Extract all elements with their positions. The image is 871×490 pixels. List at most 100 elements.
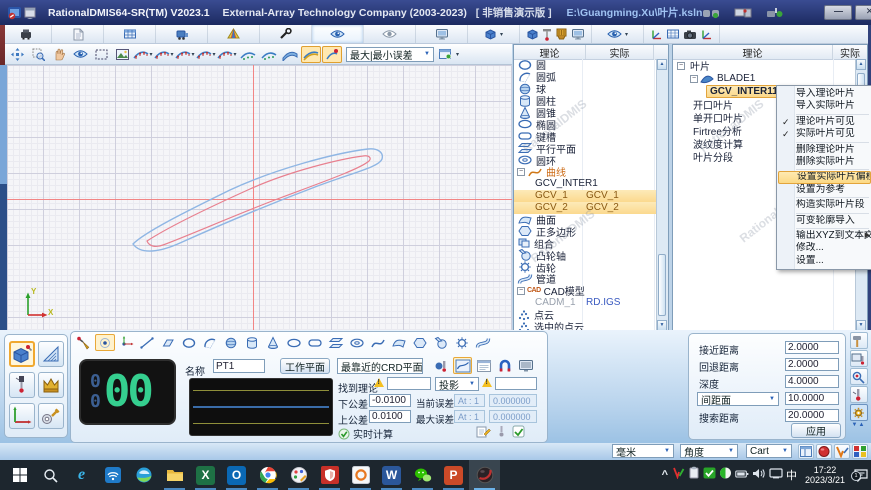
param-input[interactable] xyxy=(785,375,839,388)
taskbar-app-edgeT[interactable] xyxy=(128,460,159,490)
taskbar-app-pptT[interactable]: P xyxy=(438,460,469,490)
upper-tolerance-input[interactable] xyxy=(369,410,411,423)
ime-indicator[interactable]: 中 xyxy=(786,467,797,483)
sphere-button[interactable] xyxy=(221,334,241,351)
context-menu-item-4[interactable]: 删除理论叶片 xyxy=(778,144,871,156)
point-button[interactable] xyxy=(95,334,115,351)
tree-item[interactable]: −BLADE1 xyxy=(673,72,856,85)
ribbon-tab-12[interactable] xyxy=(644,25,720,43)
context-menu-item-5[interactable]: 删除实际叶片 xyxy=(778,156,871,168)
tray-expand-icon[interactable]: ^ xyxy=(662,469,668,481)
graphics-viewport[interactable]: Y X xyxy=(7,65,512,330)
cylinder-button[interactable] xyxy=(242,334,262,351)
context-menu-item-2[interactable]: ✓理论叶片可见 xyxy=(778,116,871,128)
context-menu-item-11[interactable]: 修改... xyxy=(778,242,871,254)
curveG-button[interactable] xyxy=(368,334,388,351)
caliper-button[interactable] xyxy=(38,341,64,367)
v-status-tray-icon[interactable] xyxy=(672,466,685,484)
slot-button[interactable] xyxy=(305,334,325,351)
gear-settings-button[interactable] xyxy=(850,404,868,421)
probe-pen-button[interactable] xyxy=(74,334,94,351)
context-menu-item-3[interactable]: ✓实际叶片可见 xyxy=(778,128,871,140)
actual-column-header[interactable]: 实际 xyxy=(586,45,654,59)
taskbar-app-excelT[interactable]: X xyxy=(190,460,221,490)
taskbar-app-searchT[interactable] xyxy=(35,460,66,490)
toolbar-button-2[interactable] xyxy=(49,46,69,63)
taskbar-app-start[interactable] xyxy=(4,460,35,490)
ribbon-tab-7[interactable] xyxy=(364,25,416,43)
ribbon-tab-10[interactable] xyxy=(520,25,592,43)
cube-probe-button[interactable] xyxy=(9,341,35,367)
theory-column-header[interactable]: 理论 xyxy=(514,45,586,59)
magnet-mode-button[interactable] xyxy=(495,357,514,374)
taskbar-app-chromeT[interactable] xyxy=(252,460,283,490)
taskbar-app-explorerT[interactable] xyxy=(159,460,190,490)
toolbar-button-0[interactable] xyxy=(7,46,27,63)
found-theory-input[interactable] xyxy=(387,377,431,390)
toolbar-button-6[interactable]: ▾ xyxy=(133,46,153,63)
ribbon-tab-2[interactable] xyxy=(104,25,156,43)
clearance-plane-dropdown[interactable]: 间距面▼ xyxy=(697,392,779,406)
error-mode-dropdown[interactable]: 最大|最小误差▼ xyxy=(346,47,434,62)
polygon-button[interactable] xyxy=(410,334,430,351)
circleG-button[interactable] xyxy=(179,334,199,351)
toolbar-button-12[interactable] xyxy=(259,46,279,63)
taskbar-app-ie[interactable]: e xyxy=(66,460,97,490)
tree-expander[interactable]: − xyxy=(517,287,525,295)
feature-tree-scrollbar[interactable]: ▲ ▼ xyxy=(656,59,668,331)
cone-button[interactable] xyxy=(263,334,283,351)
name-input[interactable] xyxy=(213,359,265,373)
probe-sensor-button[interactable] xyxy=(9,372,35,398)
tree-expander[interactable]: − xyxy=(690,75,698,83)
ribbon-tab-5[interactable] xyxy=(260,25,312,43)
toolbar-button-3[interactable] xyxy=(70,46,90,63)
taskbar-app-wechatT[interactable] xyxy=(407,460,438,490)
toolbar-button-9[interactable]: ▾ xyxy=(196,46,216,63)
wechat-dot-tray-icon[interactable] xyxy=(719,466,732,484)
ribbon-tab-6[interactable] xyxy=(312,25,364,43)
toolbar-button-14[interactable] xyxy=(301,46,321,63)
gearG-button[interactable] xyxy=(452,334,472,351)
taskbar-app-originT[interactable] xyxy=(345,460,376,490)
wrench-tool-button[interactable] xyxy=(38,403,64,429)
confirm-check-button[interactable] xyxy=(512,425,525,443)
param-input[interactable] xyxy=(785,358,839,371)
ribbon-tab-9[interactable]: ▾ xyxy=(468,25,520,43)
context-menu-item-9[interactable]: 可变轮廓导入 xyxy=(778,215,871,227)
network-display-tray-icon[interactable] xyxy=(769,466,783,484)
lineG-button[interactable] xyxy=(137,334,157,351)
toolbar-button-11[interactable] xyxy=(238,46,258,63)
tree-expander[interactable]: − xyxy=(517,168,525,176)
coord-system-dropdown[interactable]: Cart▼ xyxy=(746,444,792,458)
torus-button[interactable] xyxy=(347,334,367,351)
context-menu-item-8[interactable]: 构造实际叶片段 xyxy=(778,199,871,211)
context-menu-item-12[interactable]: 设置... xyxy=(778,255,871,267)
probe-red-button[interactable] xyxy=(850,386,868,403)
toolbar-button-13[interactable] xyxy=(280,46,300,63)
param-input[interactable] xyxy=(785,392,839,405)
ribbon-tab-1[interactable] xyxy=(52,25,104,43)
tree-item[interactable]: −叶片 xyxy=(673,59,856,72)
cam-button[interactable] xyxy=(431,334,451,351)
ribbon-tab-0[interactable] xyxy=(0,25,52,43)
ellipseG-button[interactable] xyxy=(284,334,304,351)
close-button[interactable]: ✕ xyxy=(855,5,871,20)
crown-tool-button[interactable] xyxy=(38,372,64,398)
context-menu-item-10[interactable]: 输出XYZ到文本文件▶ xyxy=(778,230,871,242)
scrollbar-thumb[interactable] xyxy=(658,254,666,316)
toolbar-button-5[interactable] xyxy=(112,46,132,63)
parallel-button[interactable] xyxy=(326,334,346,351)
toolbar-button-1[interactable] xyxy=(28,46,48,63)
context-menu-item-1[interactable]: 导入实际叶片 xyxy=(778,100,871,112)
sync-check-tray-icon[interactable] xyxy=(703,466,716,484)
point-axes-button[interactable] xyxy=(116,334,136,351)
surface-button[interactable] xyxy=(389,334,409,351)
hammer-button[interactable] xyxy=(850,332,868,349)
projection-input[interactable] xyxy=(495,377,537,390)
layout-button[interactable] xyxy=(798,444,814,459)
toolbar-button-15[interactable] xyxy=(322,46,342,63)
toolbar-button-10[interactable]: ▾ xyxy=(217,46,237,63)
arc-button[interactable] xyxy=(200,334,220,351)
tree-item[interactable]: −CADCAD模型 xyxy=(514,285,657,297)
v-tool-button[interactable] xyxy=(834,444,850,459)
